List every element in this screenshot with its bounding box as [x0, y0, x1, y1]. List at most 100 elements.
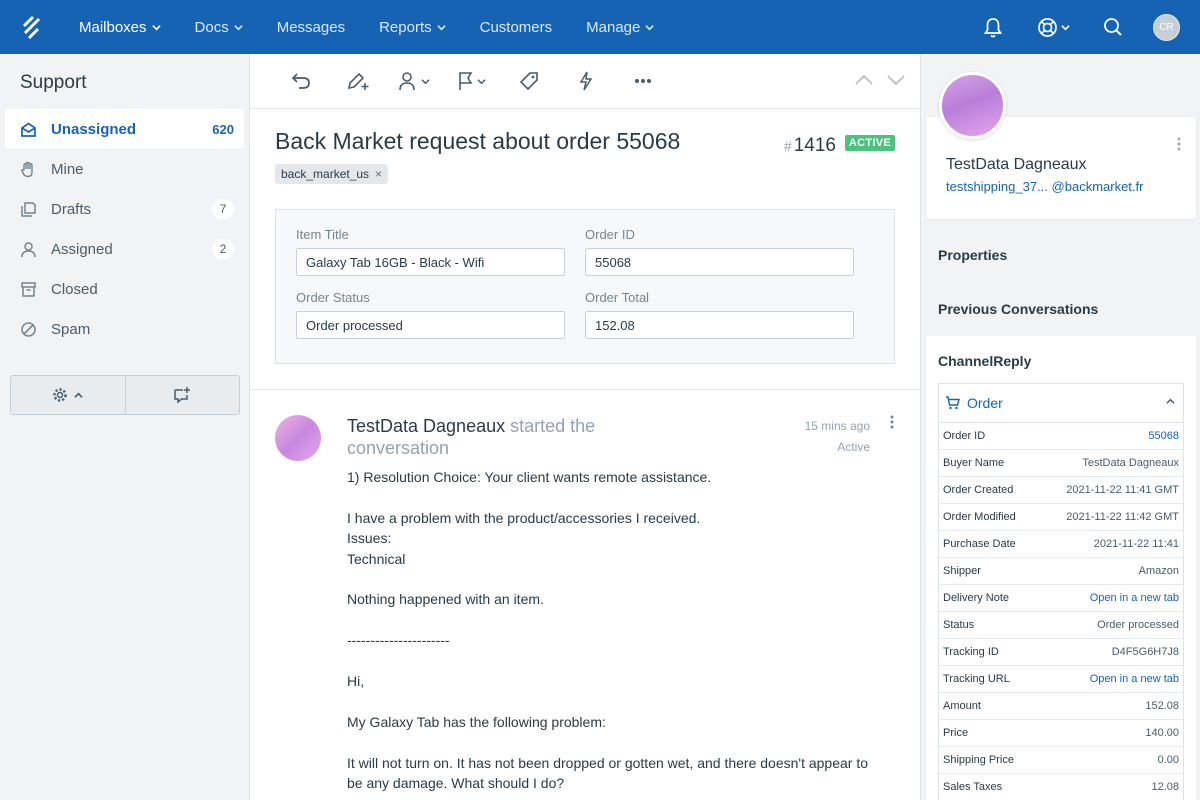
customer-name[interactable]: TestData Dagneaux — [946, 156, 1087, 174]
more-vertical-icon — [890, 415, 894, 429]
reply-icon — [291, 73, 310, 89]
order-row-label: Shipper — [943, 565, 981, 577]
order-row-link[interactable]: Open in a new tab — [1090, 673, 1179, 685]
lifebuoy-icon — [1037, 17, 1057, 37]
previous-conversations-section[interactable]: Previous Conversations — [938, 301, 1098, 317]
notifications-button[interactable] — [963, 0, 1023, 54]
nav-docs[interactable]: Docs — [178, 0, 260, 54]
order-row: Status Order processed — [939, 612, 1183, 639]
tag-button[interactable] — [500, 61, 557, 101]
field-label: Order ID — [585, 227, 635, 242]
order-section-header[interactable]: Order — [939, 384, 1183, 423]
properties-section[interactable]: Properties — [938, 247, 1007, 263]
sidebar-item-drafts[interactable]: Drafts 7 — [5, 189, 244, 229]
order-row-label: Purchase Date — [943, 538, 1016, 550]
ban-icon — [20, 321, 37, 338]
remove-tag-icon[interactable]: × — [375, 167, 382, 181]
message-paragraph: Nothing happened with an item. — [347, 591, 544, 608]
sidebar-item-label: Unassigned — [51, 120, 137, 138]
nav-customers[interactable]: Customers — [463, 0, 570, 54]
add-note-button[interactable] — [329, 61, 386, 101]
order-row: Shipper Amazon — [939, 558, 1183, 585]
thread-timestamp[interactable]: 15 mins ago — [805, 416, 870, 437]
order-status-input[interactable]: Order processed — [296, 311, 565, 339]
thread-state: Active — [837, 440, 870, 454]
more-horizontal-icon — [634, 79, 651, 83]
order-details-table: Order Order ID 55068 Buyer Name TestData Da… — [938, 383, 1184, 800]
status-badge[interactable]: ACTIVE — [844, 135, 895, 151]
customer-more-button[interactable] — [1177, 137, 1181, 156]
assign-button[interactable] — [386, 61, 443, 101]
tag-chip[interactable]: back_market_us × — [275, 164, 389, 184]
search-button[interactable] — [1083, 0, 1143, 54]
nav-manage[interactable]: Manage — [569, 0, 671, 54]
nav-messages[interactable]: Messages — [260, 0, 362, 54]
order-row-label: Order Created — [943, 484, 1014, 496]
order-row-value: Order processed — [1097, 619, 1179, 631]
order-row-value: 2021-11-22 11:42 GMT — [1066, 511, 1179, 523]
sidebar-item-closed[interactable]: Closed — [5, 269, 244, 309]
sidebar-item-label: Closed — [51, 280, 98, 298]
message-paragraph: Hi, — [347, 673, 365, 690]
status-button[interactable] — [443, 61, 500, 101]
order-row-value: 12.08 — [1151, 781, 1179, 793]
new-conversation-button[interactable] — [124, 376, 240, 414]
previous-conversation-icon[interactable] — [854, 67, 874, 93]
bell-icon — [983, 17, 1003, 37]
tag-icon — [519, 72, 538, 91]
order-row-value: D4F5G6H7J8 — [1111, 646, 1179, 658]
order-row: Shipping Price 0.00 — [939, 747, 1183, 774]
field-label: Item Title — [296, 227, 349, 242]
sidebar-item-assigned[interactable]: Assigned 2 — [5, 229, 244, 269]
item-title-field: Item Title Galaxy Tab 16GB - Black - Wif… — [296, 227, 565, 276]
next-conversation-icon[interactable] — [886, 67, 906, 93]
conversation-panel: Back Market request about order 55068 #1… — [250, 54, 920, 800]
order-row: Order ID 55068 — [939, 423, 1183, 450]
user-avatar[interactable]: CR — [1153, 13, 1180, 41]
order-row: Sales Taxes 12.08 — [939, 774, 1183, 800]
person-icon — [20, 241, 37, 258]
more-actions-button[interactable] — [614, 61, 671, 101]
compose-icon — [174, 387, 191, 404]
order-row: Price 140.00 — [939, 720, 1183, 747]
thread-author[interactable]: TestData Dagneaux — [347, 416, 505, 436]
conversation-number: #1416 — [784, 135, 836, 157]
order-rows: Order ID 55068 Buyer Name TestData Dagneaux… — [939, 423, 1183, 800]
helpscout-logo-icon[interactable] — [0, 0, 62, 54]
order-row-value: 0.00 — [1157, 754, 1179, 766]
order-id-input[interactable]: 55068 — [585, 248, 854, 276]
order-row: Tracking URL Open in a new tab — [939, 666, 1183, 693]
nav-docs-label: Docs — [194, 18, 229, 36]
nav-customers-label: Customers — [479, 18, 553, 36]
thread-meta: 15 mins ago Active — [805, 416, 870, 458]
order-row-link[interactable]: Open in a new tab — [1090, 592, 1179, 604]
customer-email-domain: @backmarket.fr — [1051, 179, 1144, 194]
sidebar-item-spam[interactable]: Spam — [5, 309, 244, 349]
help-menu-button[interactable] — [1023, 0, 1083, 54]
order-status-field: Order Status Order processed — [296, 290, 565, 339]
customer-email[interactable]: testshipping_37... @backmarket.fr — [946, 179, 1143, 194]
thread-header: TestData Dagneaux started the conversati… — [347, 415, 637, 459]
drafts-icon — [20, 201, 37, 218]
customer-profile-avatar[interactable] — [939, 72, 1006, 139]
nav-reports[interactable]: Reports — [362, 0, 463, 54]
order-row-link[interactable]: 55068 — [1148, 430, 1179, 442]
top-navigation: Mailboxes Docs Messages Reports Customer… — [0, 0, 1200, 54]
customer-avatar[interactable] — [275, 415, 321, 461]
channelreply-app: ChannelReply Order Order ID 55068 Buyer Na… — [926, 336, 1196, 800]
item-title-input[interactable]: Galaxy Tab 16GB - Black - Wifi — [296, 248, 565, 276]
nav-mailboxes[interactable]: Mailboxes — [62, 0, 178, 54]
search-icon — [1104, 18, 1122, 36]
mailbox-settings-button[interactable] — [11, 376, 125, 414]
chevron-down-icon — [234, 24, 243, 30]
more-vertical-icon — [1177, 137, 1181, 151]
mailbox-title: Support — [20, 72, 87, 93]
sidebar-item-mine[interactable]: Mine — [5, 149, 244, 189]
sidebar-item-count: 2 — [212, 239, 234, 259]
reply-button[interactable] — [272, 61, 329, 101]
thread-more-button[interactable] — [890, 415, 894, 434]
message-paragraph: It will not turn on. It has not been dro… — [347, 754, 869, 792]
order-total-input[interactable]: 152.08 — [585, 311, 854, 339]
sidebar-item-unassigned[interactable]: Unassigned 620 — [5, 109, 244, 149]
workflow-button[interactable] — [557, 61, 614, 101]
